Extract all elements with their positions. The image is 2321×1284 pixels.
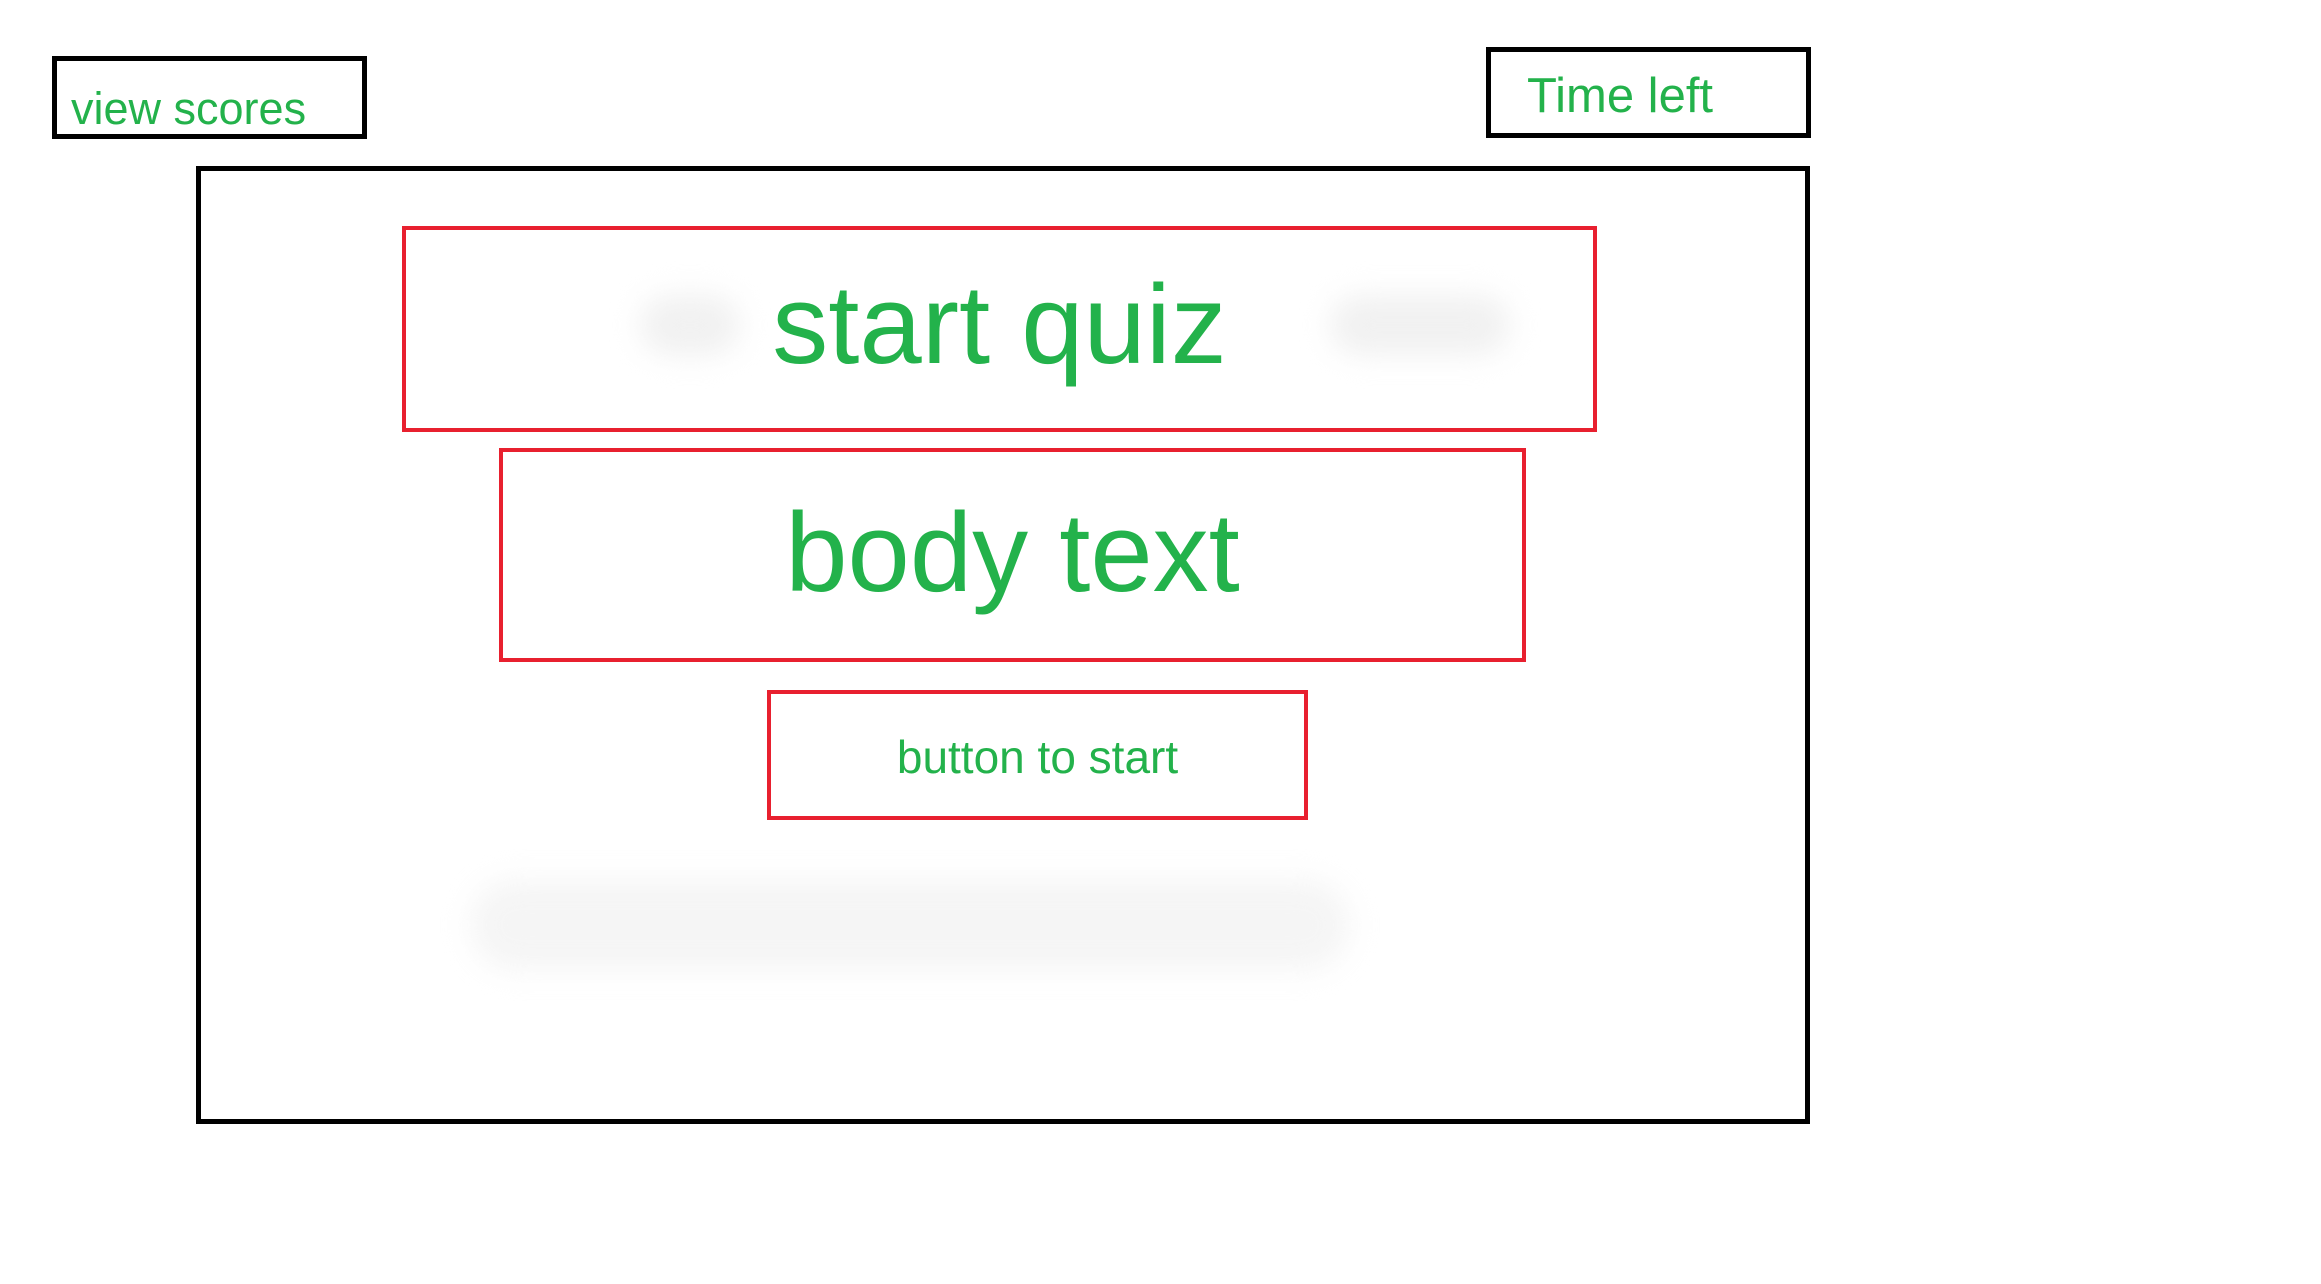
time-left-label: Time left bbox=[1527, 69, 1714, 123]
time-left-display: Time left bbox=[1486, 47, 1811, 138]
quiz-body-text: body text bbox=[785, 490, 1240, 615]
quiz-title-box: start quiz bbox=[402, 226, 1597, 432]
quiz-title: start quiz bbox=[772, 262, 1227, 387]
view-scores-label: view scores bbox=[71, 83, 307, 134]
view-scores-link[interactable]: view scores bbox=[52, 56, 367, 139]
quiz-body-box: body text bbox=[499, 448, 1526, 662]
start-quiz-button-label: button to start bbox=[896, 731, 1179, 783]
decorative-smudge bbox=[470, 880, 1350, 970]
start-quiz-button[interactable]: button to start bbox=[767, 690, 1308, 820]
